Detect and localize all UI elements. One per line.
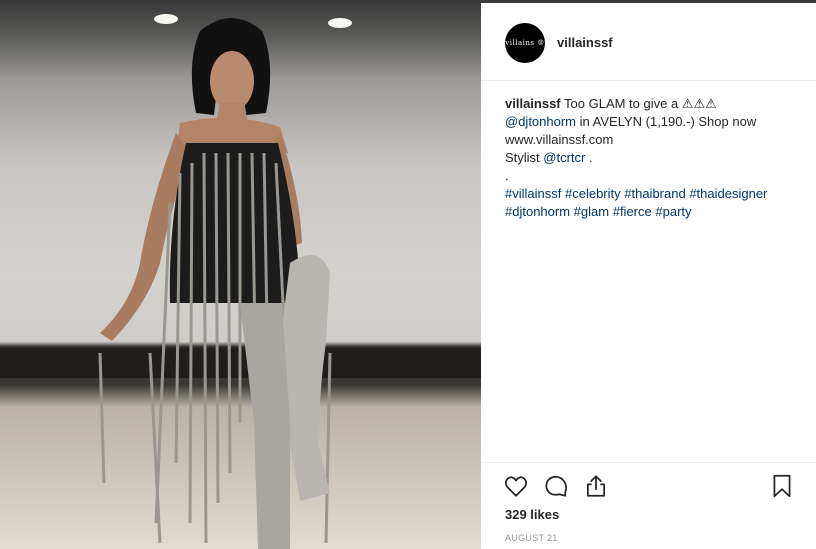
- caption-line-4: Stylist @tcrtcr .: [505, 149, 805, 167]
- caption-text: Stylist: [505, 150, 540, 165]
- caption-text: Too GLAM to give a ⚠⚠⚠: [564, 96, 717, 111]
- mention-link[interactable]: @tcrtcr: [543, 150, 585, 165]
- post-caption: villainssf Too GLAM to give a ⚠⚠⚠ @djton…: [505, 95, 805, 221]
- hashtag-link[interactable]: #fierce: [613, 204, 652, 219]
- hashtag-link[interactable]: #glam: [574, 204, 609, 219]
- hashtags-line-2: #djtonhorm #glam #fierce #party: [505, 203, 805, 221]
- post-username[interactable]: villainssf: [557, 35, 613, 50]
- share-icon[interactable]: [583, 473, 609, 499]
- post-date[interactable]: AUGUST 21: [505, 533, 558, 543]
- post-actions-bar: 329 likes AUGUST 21: [481, 462, 816, 549]
- post-side-panel: villains ® villainssf villainssf Too GLA…: [481, 3, 816, 549]
- post-header: villains ® villainssf: [481, 3, 816, 81]
- hashtags-line-1: #villainssf #celebrity #thaibrand #thaid…: [505, 185, 805, 203]
- caption-dot: .: [505, 168, 509, 183]
- hashtag-link[interactable]: #villainssf: [505, 186, 561, 201]
- hashtag-link[interactable]: #djtonhorm: [505, 204, 570, 219]
- hashtag-link[interactable]: #celebrity: [565, 186, 621, 201]
- post-photo-illustration: [0, 14, 481, 549]
- bookmark-icon[interactable]: [769, 473, 795, 499]
- avatar[interactable]: villains ®: [505, 23, 545, 63]
- caption-line-2: @djtonhorm in AVELYN (1,190.-) Shop now: [505, 113, 805, 131]
- heart-icon[interactable]: [503, 473, 529, 499]
- hashtag-link[interactable]: #thaibrand: [624, 186, 685, 201]
- caption-website: www.villainssf.com: [505, 132, 614, 147]
- caption-line-1: villainssf Too GLAM to give a ⚠⚠⚠: [505, 95, 805, 113]
- post-photo[interactable]: [0, 3, 481, 549]
- hashtag-link[interactable]: #party: [655, 204, 691, 219]
- caption-text: .: [589, 150, 593, 165]
- caption-text: in AVELYN (1,190.-) Shop now: [579, 114, 757, 129]
- mention-link[interactable]: @djtonhorm: [505, 114, 576, 129]
- comment-icon[interactable]: [543, 473, 569, 499]
- caption-author[interactable]: villainssf: [505, 96, 561, 111]
- likes-count[interactable]: 329 likes: [505, 507, 559, 522]
- hashtag-link[interactable]: #thaidesigner: [689, 186, 767, 201]
